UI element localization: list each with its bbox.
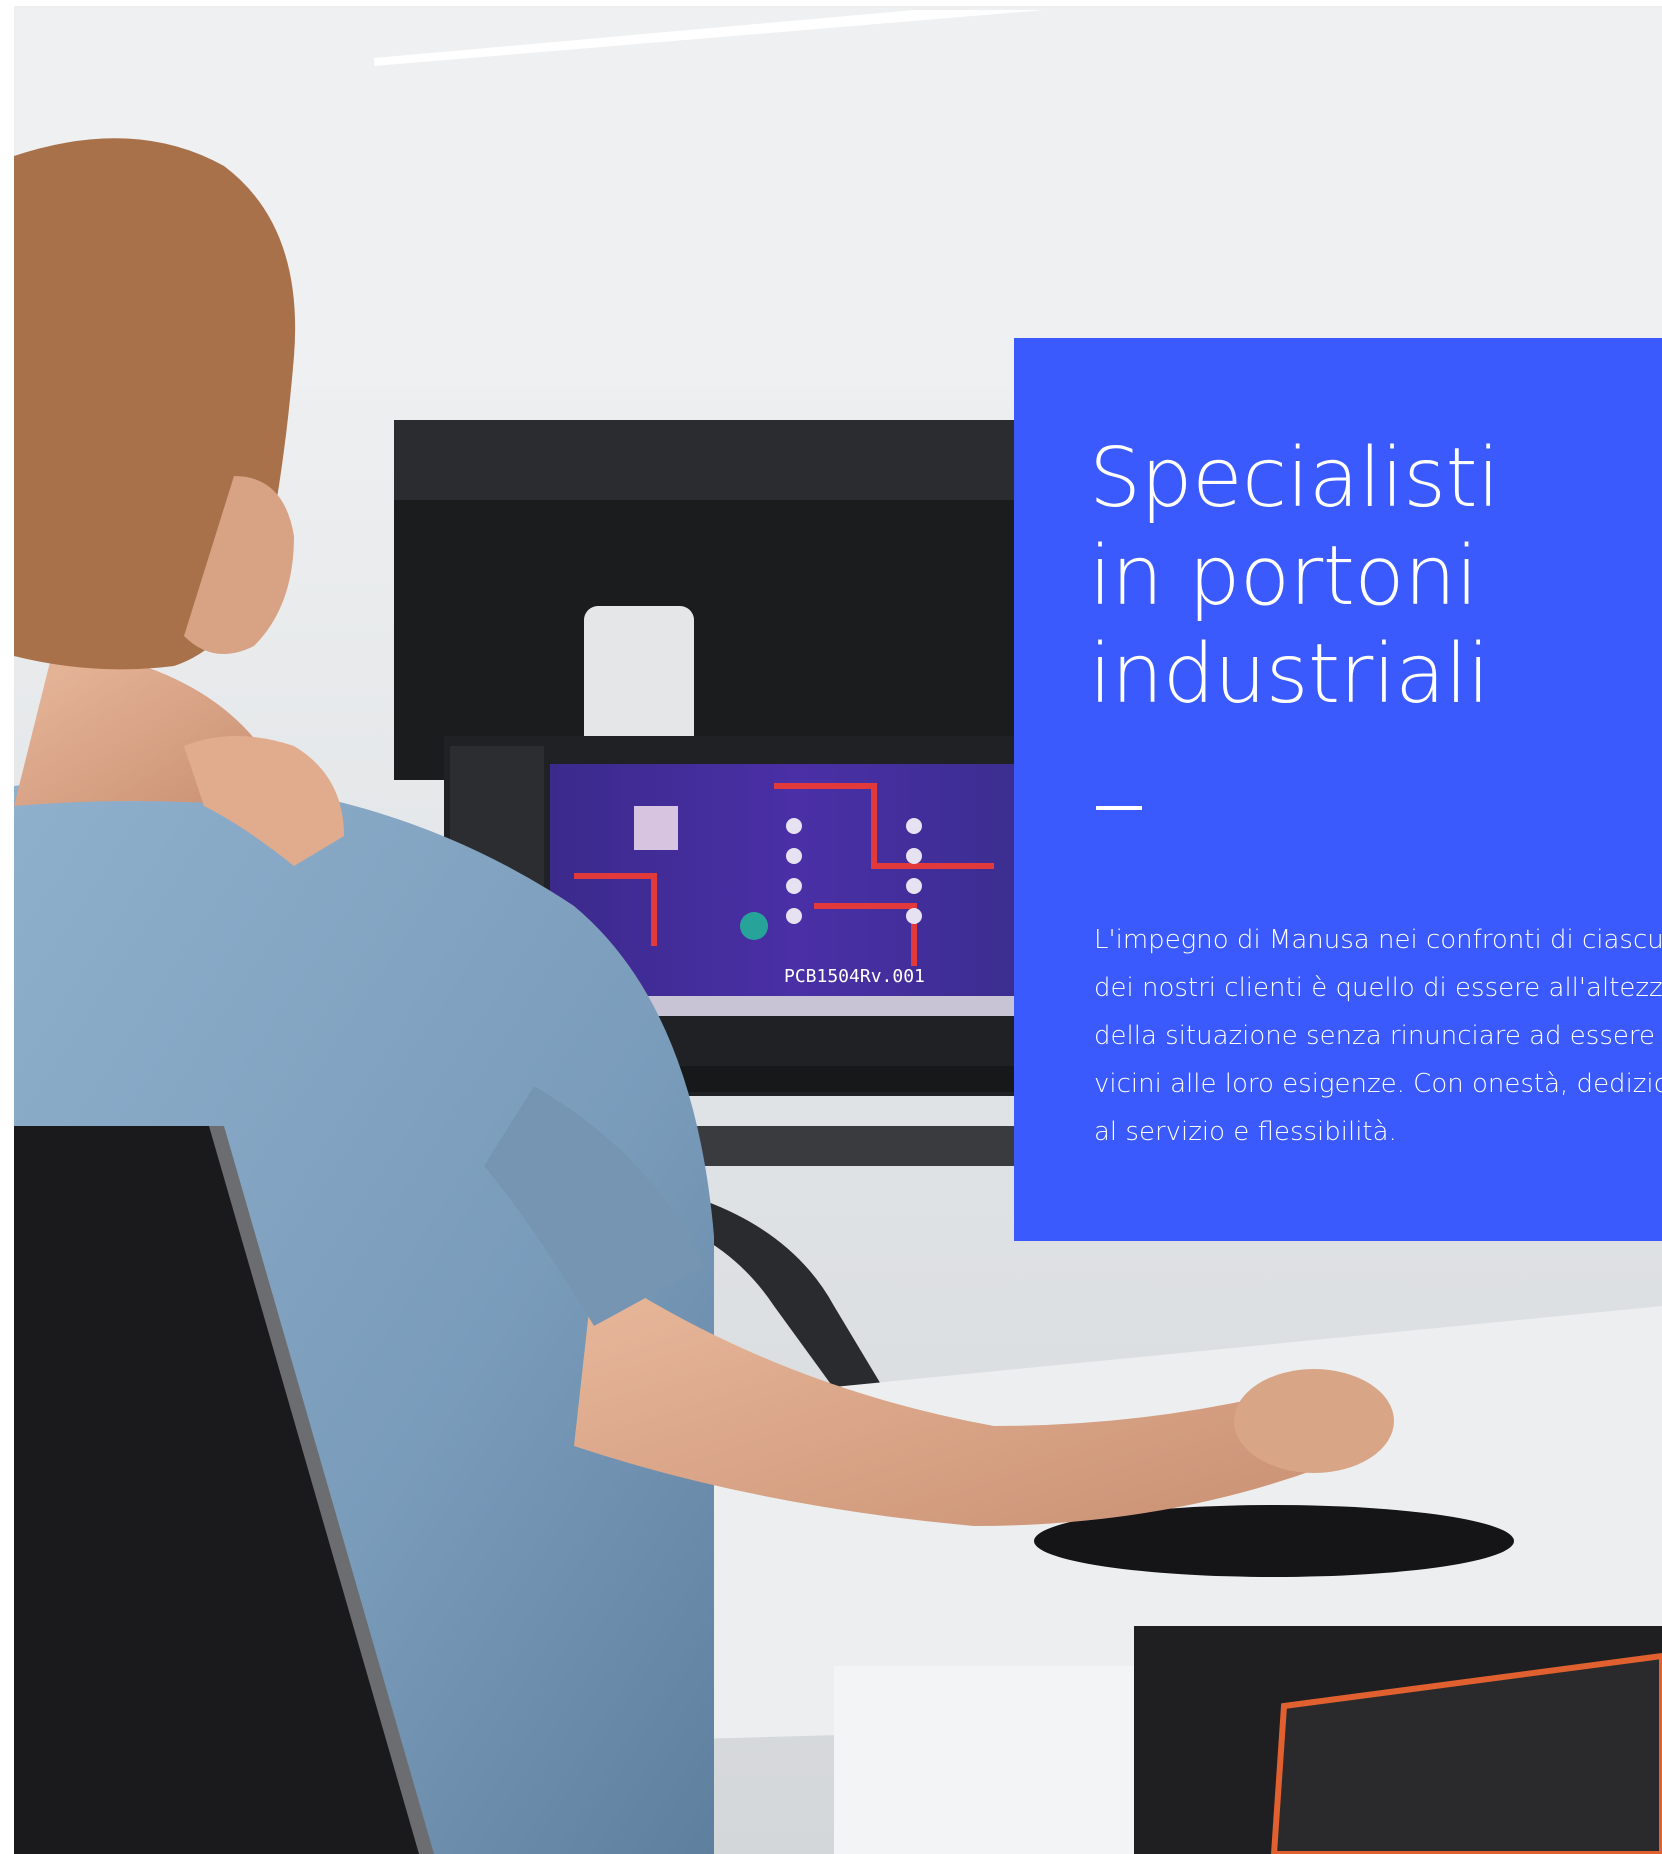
intro-card: Specialisti in portoni industriali L'imp…: [1014, 338, 1662, 1241]
hero-description: L'impegno di Manusa nei confronti di cia…: [1094, 925, 1662, 1147]
hero-title: Specialisti in portoni industriali: [1089, 431, 1500, 722]
hero-section: PCB1504Rv.001 Specialisti in portoni ind…: [0, 0, 1662, 1854]
title-divider: [1096, 806, 1142, 810]
router-device: [584, 606, 694, 756]
pcb-label: PCB1504Rv.001: [784, 966, 925, 987]
